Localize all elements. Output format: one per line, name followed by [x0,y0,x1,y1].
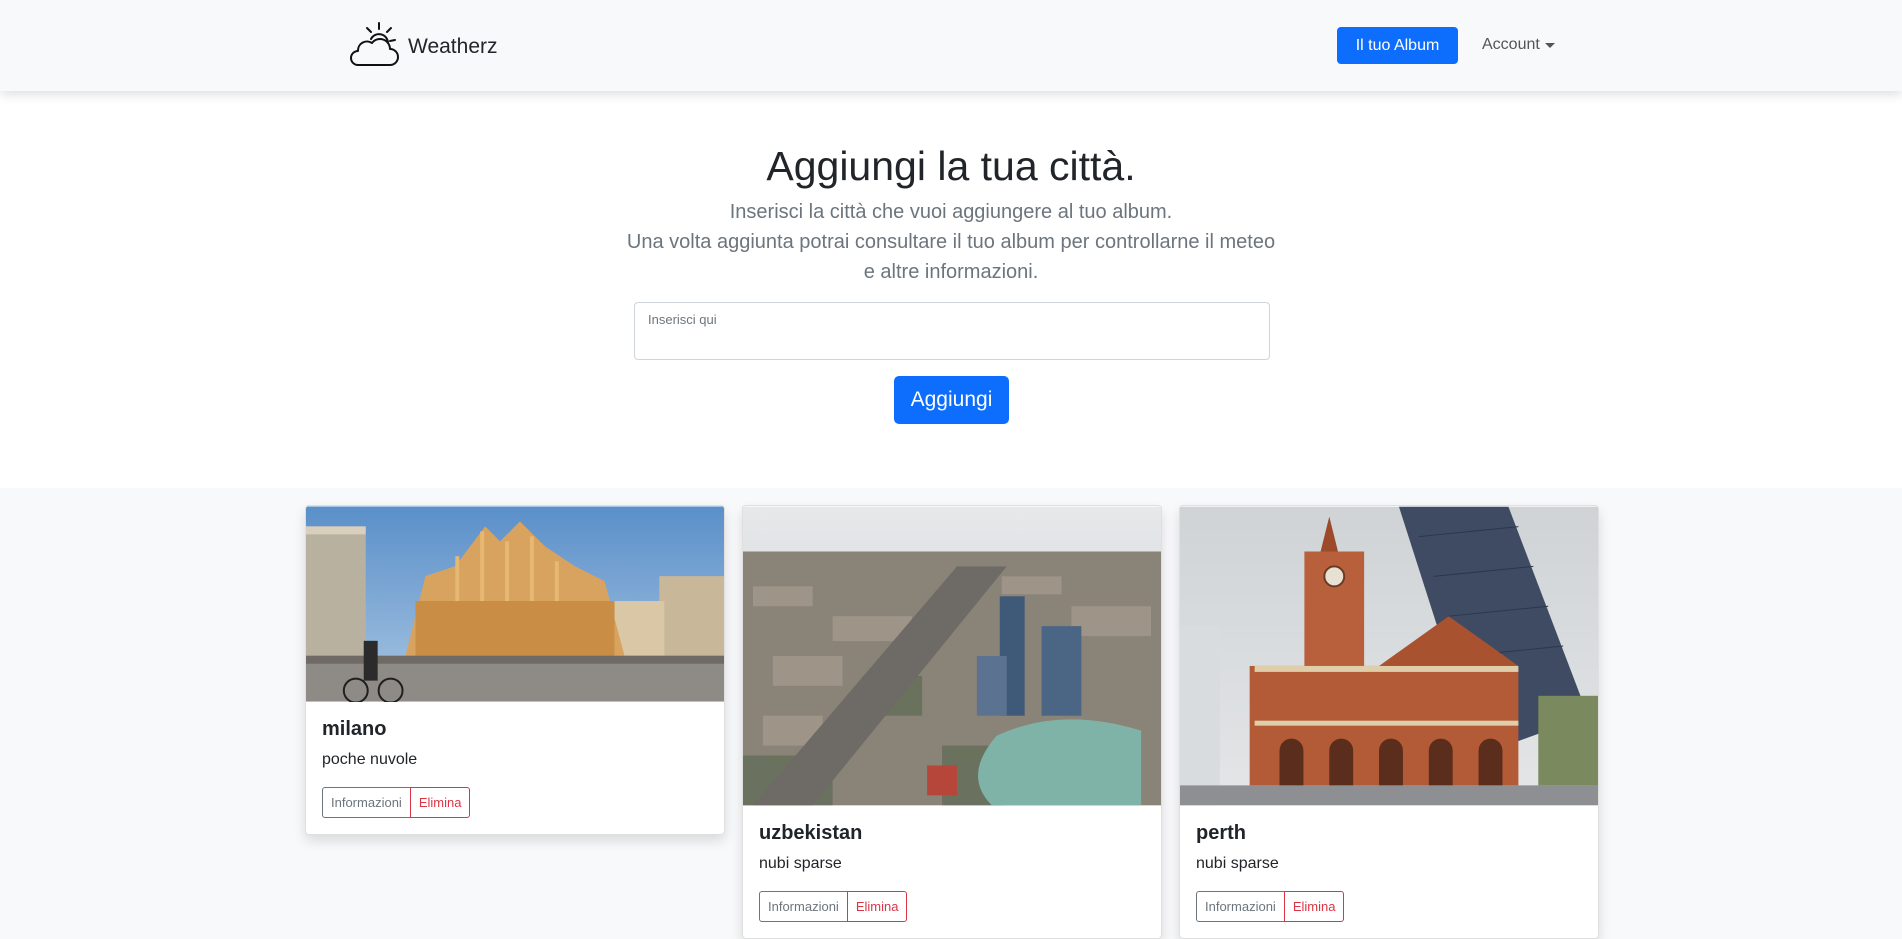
account-label: Account [1482,36,1540,53]
card-title: milano [322,718,387,740]
add-city-button[interactable]: Aggiungi [894,376,1009,424]
hero-description: Inserisci la città che vuoi aggiungere a… [626,197,1276,287]
city-card-uzbekistan: uzbekistan nubi sparse Informazioni Elim… [742,505,1162,939]
city-input-field[interactable]: Inserisci qui [634,302,1270,360]
hero-description-line1: Inserisci la città che vuoi aggiungere a… [729,201,1173,223]
card-weather: poche nuvole [322,751,418,768]
navbar: Weatherz Il tuo Album Account [0,0,1902,91]
your-album-button[interactable]: Il tuo Album [1337,27,1458,64]
card-actions: Informazioni Elimina [322,787,471,818]
city-card-milano: milano poche nuvole Informazioni Elimina [305,505,725,835]
card-weather: nubi sparse [1196,855,1279,872]
card-actions: Informazioni Elimina [759,891,908,922]
hero-description-line2: Una volta aggiunta potrai consultare il … [626,231,1276,283]
delete-button[interactable]: Elimina [409,787,471,818]
card-title: uzbekistan [759,822,863,844]
city-photo-perth [1180,506,1598,806]
info-button[interactable]: Informazioni [759,891,848,922]
card-weather: nubi sparse [759,855,842,872]
city-photo-uzbekistan [743,506,1161,806]
city-card-perth: perth nubi sparse Informazioni Elimina [1179,505,1599,939]
card-actions: Informazioni Elimina [1196,891,1345,922]
delete-button[interactable]: Elimina [846,891,908,922]
page-title: Aggiungi la tua città. [766,143,1136,189]
info-button[interactable]: Informazioni [322,787,411,818]
cloud-sun-icon [348,21,400,74]
account-dropdown[interactable]: Account [1482,36,1555,54]
city-photo-milano [306,506,724,702]
info-button[interactable]: Informazioni [1196,891,1285,922]
delete-button[interactable]: Elimina [1283,891,1345,922]
brand-name: Weatherz [408,35,498,58]
add-city-section: Aggiungi la tua città. Inserisci la citt… [0,91,1902,488]
city-input-label: Inserisci qui [648,312,717,327]
brand-link[interactable]: Weatherz [348,21,498,74]
card-title: perth [1196,822,1246,844]
caret-down-icon [1544,42,1555,48]
city-input[interactable] [647,331,1257,355]
